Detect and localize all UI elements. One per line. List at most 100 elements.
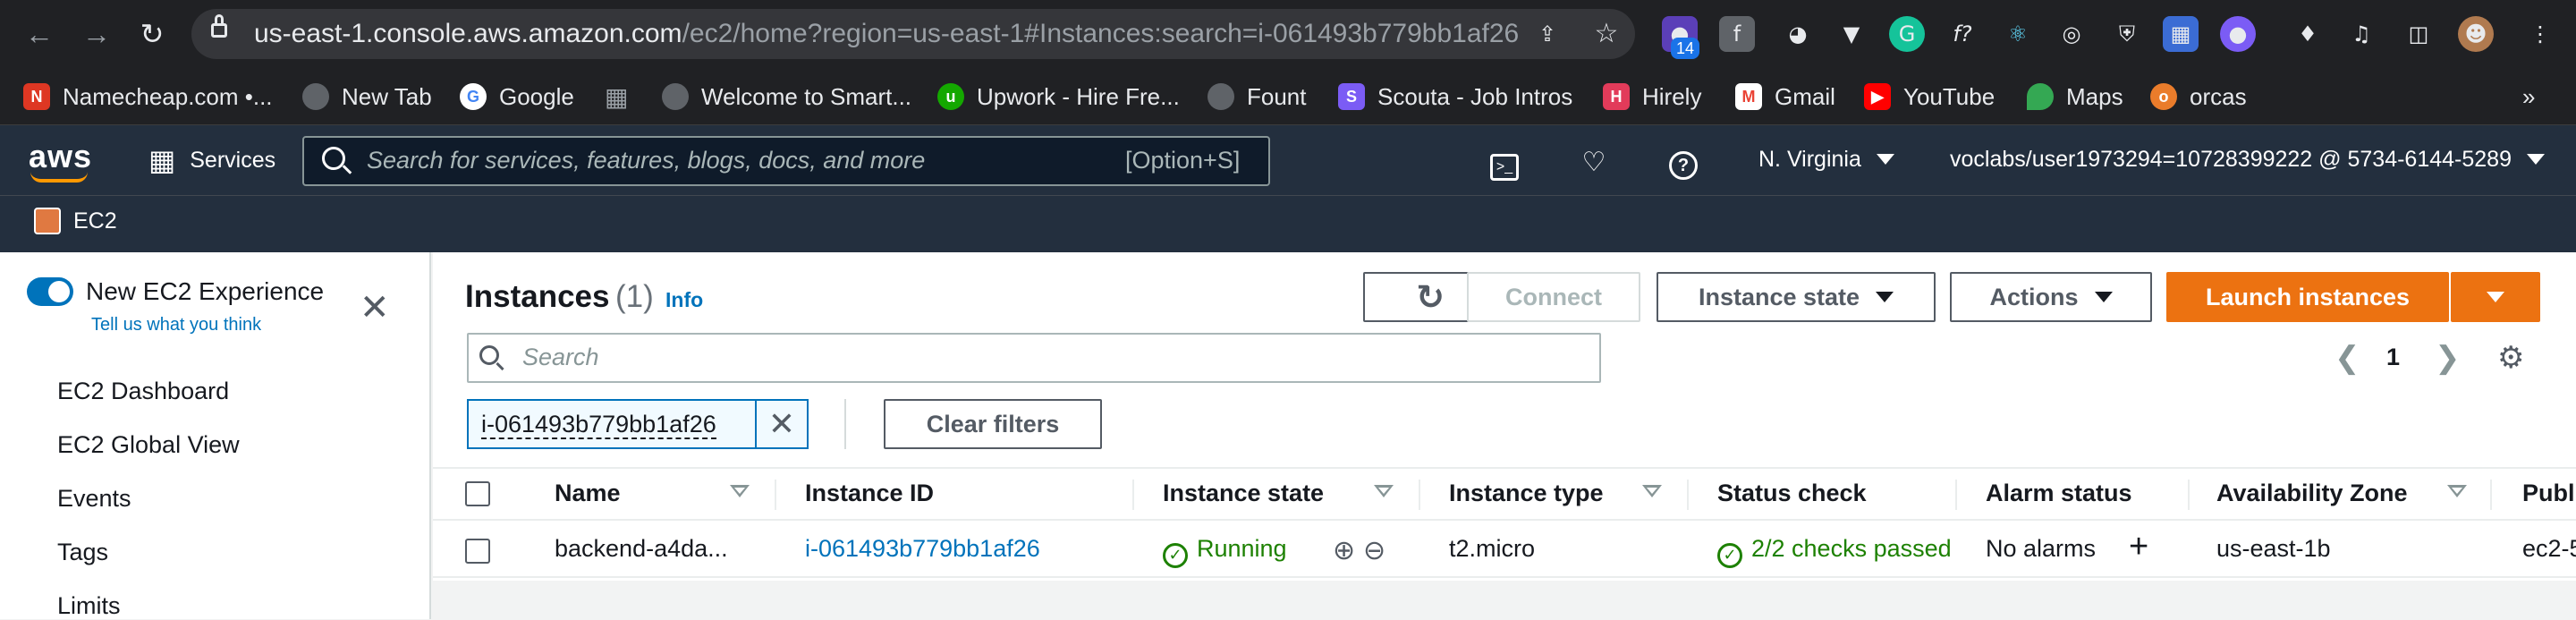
zoom-in-icon[interactable]: ⊕ <box>1333 535 1355 566</box>
next-page-icon[interactable]: ❯ <box>2435 340 2461 376</box>
bookmark-star-icon[interactable]: ☆ <box>1589 16 1624 52</box>
bookmark-item[interactable]: Maps <box>2027 77 2123 116</box>
media-control-icon[interactable]: ♫ <box>2343 16 2379 52</box>
services-menu[interactable]: ▦ Services <box>148 143 275 177</box>
back-arrow-icon[interactable]: ← <box>21 16 57 52</box>
sort-icon[interactable] <box>730 485 750 497</box>
apps-grid-icon[interactable]: ▦ <box>605 77 628 116</box>
column-header-public-dns[interactable]: Publ <box>2522 480 2575 507</box>
instance-search-input[interactable] <box>467 333 1601 383</box>
feedback-link[interactable]: Tell us what you think <box>91 315 261 335</box>
sidebar-item-tags[interactable]: Tags <box>57 539 108 566</box>
scouta-extension-icon[interactable]: ● <box>2220 16 2256 52</box>
maps-icon <box>2027 83 2054 110</box>
filter-token-label[interactable]: i-061493b779bb1af26 <box>469 401 757 447</box>
bookmark-item[interactable]: Fount <box>1208 77 1307 116</box>
column-divider[interactable] <box>1132 480 1134 510</box>
sort-icon[interactable] <box>2447 485 2467 497</box>
launch-options-dropdown[interactable] <box>2451 272 2540 322</box>
sidebar-item-ec2-dashboard[interactable]: EC2 Dashboard <box>57 378 229 405</box>
gear-icon[interactable]: ⚙ <box>2497 340 2524 376</box>
grid-icon: ▦ <box>148 143 176 177</box>
lock-icon[interactable] <box>211 23 227 38</box>
side-panel-icon[interactable]: ◫ <box>2401 16 2436 52</box>
launch-instances-button[interactable]: Launch instances <box>2166 272 2449 322</box>
sort-icon[interactable] <box>1374 485 1394 497</box>
bookmark-label: Google <box>499 82 574 110</box>
column-divider[interactable] <box>1955 480 1957 510</box>
bookmark-item[interactable]: ▶ YouTube <box>1864 77 1995 116</box>
instance-type: t2.micro <box>1449 535 1536 562</box>
forward-arrow-icon[interactable]: → <box>79 16 114 52</box>
share-icon[interactable]: ⇪ <box>1530 16 1565 52</box>
sidebar-item-limits[interactable]: Limits <box>57 592 121 620</box>
bookmark-item[interactable]: u Upwork - Hire Fre... <box>937 77 1180 116</box>
clear-filters-button[interactable]: Clear filters <box>884 399 1102 449</box>
bookmark-item[interactable]: M Gmail <box>1735 77 1835 116</box>
shield-extension-icon[interactable]: ⛨ <box>2109 16 2145 52</box>
vee-extension-icon[interactable]: ▼ <box>1834 16 1869 52</box>
target-extension-icon[interactable]: ◎ <box>2054 16 2089 52</box>
profile-avatar[interactable]: ☻ <box>2458 16 2494 52</box>
reload-icon[interactable]: ↻ <box>134 16 170 52</box>
column-header-status-check[interactable]: Status check <box>1717 480 1867 507</box>
public-dns[interactable]: ec2-5 <box>2522 535 2576 563</box>
sidebar-item-ec2-global-view[interactable]: EC2 Global View <box>57 431 240 459</box>
column-header-availability-zone[interactable]: Availability Zone <box>2216 480 2408 507</box>
connect-button[interactable]: Connect <box>1467 272 1640 322</box>
page-number[interactable]: 1 <box>2386 344 2400 371</box>
react-devtools-icon[interactable]: ⚛ <box>2000 16 2036 52</box>
formula-extension-icon[interactable]: f? <box>1945 16 1980 52</box>
sidebar-item-events[interactable]: Events <box>57 485 131 513</box>
cloudshell-icon[interactable]: >_ <box>1485 143 1524 183</box>
actions-button[interactable]: Actions <box>1950 272 2152 322</box>
info-link[interactable]: Info <box>665 288 703 312</box>
help-icon[interactable]: ? <box>1664 143 1703 183</box>
bookmark-item[interactable]: H Hirely <box>1603 77 1701 116</box>
bookmark-item[interactable]: S Scouta - Job Intros <box>1338 77 1572 116</box>
remove-filter-icon[interactable]: ✕ <box>757 401 807 447</box>
browser-menu-icon[interactable]: ⋮ <box>2522 16 2558 52</box>
column-divider[interactable] <box>2188 480 2190 510</box>
region-selector[interactable]: N. Virginia <box>1758 147 1894 173</box>
row-checkbox[interactable] <box>465 539 490 564</box>
bookmark-item[interactable]: G Google <box>460 77 574 116</box>
more-bookmarks-button[interactable]: » <box>2522 77 2535 116</box>
aws-logo[interactable]: aws <box>29 138 92 175</box>
bookmark-label: orcas <box>2190 82 2247 110</box>
aws-service-bar <box>0 195 2576 252</box>
extension-circle-icon[interactable]: ◕ <box>1780 16 1816 52</box>
grammarly-icon[interactable]: G <box>1889 16 1925 52</box>
puzzle-extensions-icon[interactable]: ♦ <box>2290 16 2326 52</box>
notifications-bell-icon[interactable]: ♡ <box>1574 143 1614 183</box>
sort-icon[interactable] <box>1642 485 1662 497</box>
close-icon[interactable]: ✕ <box>360 288 390 327</box>
bookmark-item[interactable]: Welcome to Smart... <box>662 77 911 116</box>
zoom-out-icon[interactable]: ⊖ <box>1363 535 1385 566</box>
facebook-extension-icon[interactable]: f <box>1719 16 1755 52</box>
extension-badge: 14 <box>1671 38 1700 59</box>
previous-page-icon[interactable]: ❮ <box>2334 340 2360 376</box>
select-all-checkbox[interactable] <box>465 481 490 506</box>
bookmark-item[interactable]: New Tab <box>302 77 432 116</box>
column-header-instance-state[interactable]: Instance state <box>1163 480 1324 507</box>
column-divider[interactable] <box>1419 480 1420 510</box>
column-divider[interactable] <box>775 480 776 510</box>
new-experience-toggle[interactable] <box>27 277 73 306</box>
column-divider[interactable] <box>1687 480 1689 510</box>
url-text[interactable]: us-east-1.console.aws.amazon.com/ec2/hom… <box>254 16 1519 52</box>
instance-state-button[interactable]: Instance state <box>1657 272 1936 322</box>
calendar-extension-icon[interactable]: ▦ <box>2163 16 2199 52</box>
column-header-alarm-status[interactable]: Alarm status <box>1986 480 2132 507</box>
column-header-instance-type[interactable]: Instance type <box>1449 480 1604 507</box>
bookmark-item[interactable]: o orcas <box>2150 77 2247 116</box>
service-breadcrumb[interactable]: EC2 <box>34 208 117 234</box>
chevron-down-icon <box>2526 154 2545 165</box>
bookmark-item[interactable]: N Namecheap.com •... <box>23 77 273 116</box>
account-menu[interactable]: voclabs/user1973294=10728399222 @ 5734-6… <box>1950 147 2545 173</box>
column-header-name[interactable]: Name <box>555 480 621 507</box>
column-divider[interactable] <box>2490 480 2492 510</box>
instance-id-link[interactable]: i-061493b779bb1af26 <box>805 535 1040 563</box>
column-header-instance-id[interactable]: Instance ID <box>805 480 934 507</box>
add-alarm-icon[interactable]: + <box>2129 528 2148 566</box>
